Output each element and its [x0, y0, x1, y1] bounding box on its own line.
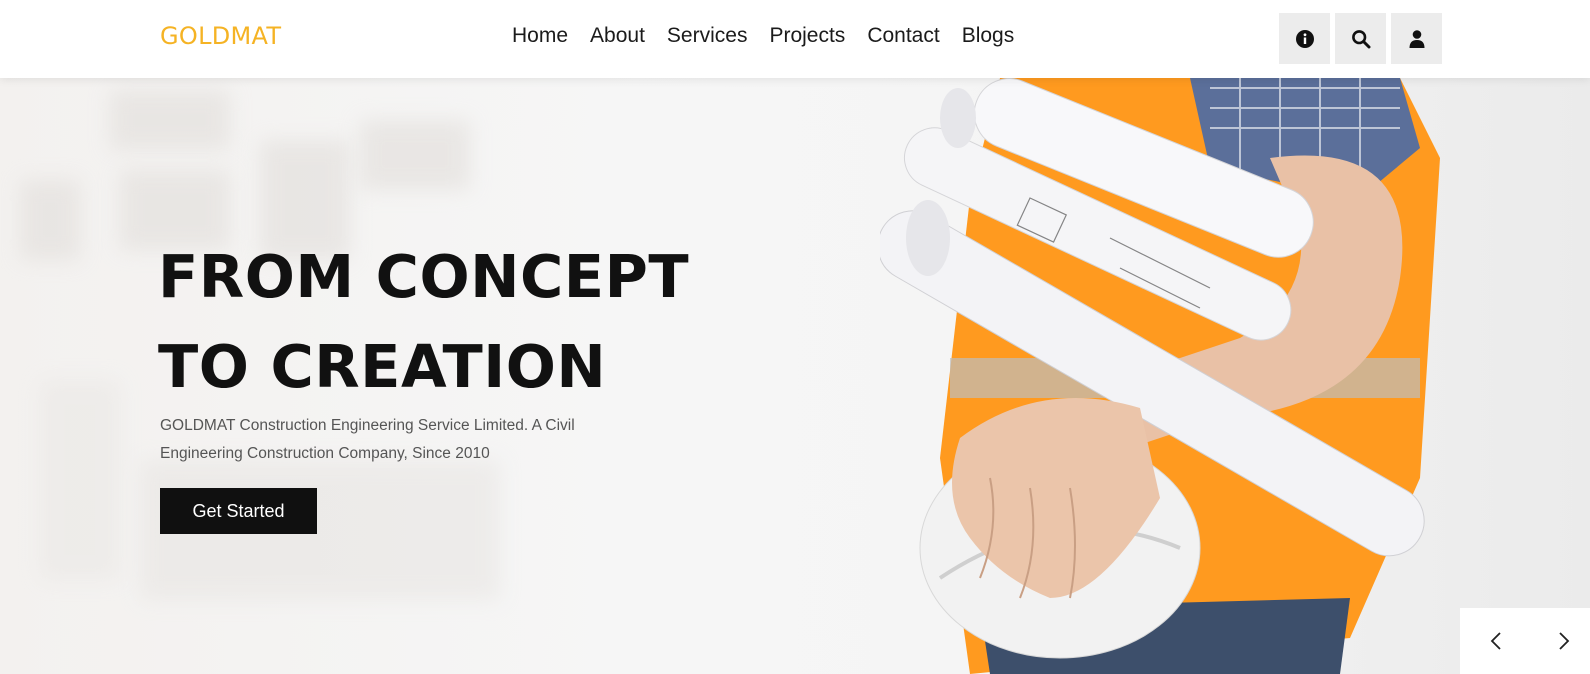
nav-services[interactable]: Services	[667, 24, 748, 48]
worker-with-blueprints-image	[880, 78, 1440, 674]
account-button[interactable]	[1391, 13, 1442, 64]
background-blur	[20, 180, 80, 260]
background-blur	[110, 90, 230, 150]
chevron-left-icon	[1490, 632, 1501, 650]
search-button[interactable]	[1335, 13, 1386, 64]
nav-projects[interactable]: Projects	[769, 24, 845, 48]
background-blur	[40, 380, 120, 580]
slider-next-button[interactable]	[1552, 630, 1574, 652]
header-actions	[1279, 13, 1442, 64]
hero-headline: FROM CONCEPT TO CREATION	[158, 232, 778, 412]
nav-blogs[interactable]: Blogs	[962, 24, 1015, 48]
nav-contact[interactable]: Contact	[867, 24, 939, 48]
headline-line-1: FROM CONCEPT	[158, 242, 690, 311]
info-button[interactable]	[1279, 13, 1330, 64]
site-logo[interactable]: GOLDMAT	[160, 22, 281, 50]
info-icon	[1295, 29, 1314, 48]
nav-about[interactable]: About	[590, 24, 645, 48]
get-started-button[interactable]: Get Started	[160, 488, 317, 534]
user-icon	[1409, 29, 1424, 48]
main-nav: Home About Services Projects Contact Blo…	[512, 24, 1036, 48]
slider-prev-button[interactable]	[1486, 630, 1508, 652]
headline-line-2: TO CREATION	[158, 332, 607, 401]
search-icon	[1351, 29, 1370, 48]
hero-subtitle: GOLDMAT Construction Engineering Service…	[160, 417, 575, 462]
chevron-right-icon	[1559, 632, 1570, 650]
background-blur	[360, 120, 470, 190]
nav-home[interactable]: Home	[512, 24, 568, 48]
slider-controls	[1460, 608, 1590, 674]
site-header: GOLDMAT Home About Services Projects Con…	[0, 0, 1590, 78]
